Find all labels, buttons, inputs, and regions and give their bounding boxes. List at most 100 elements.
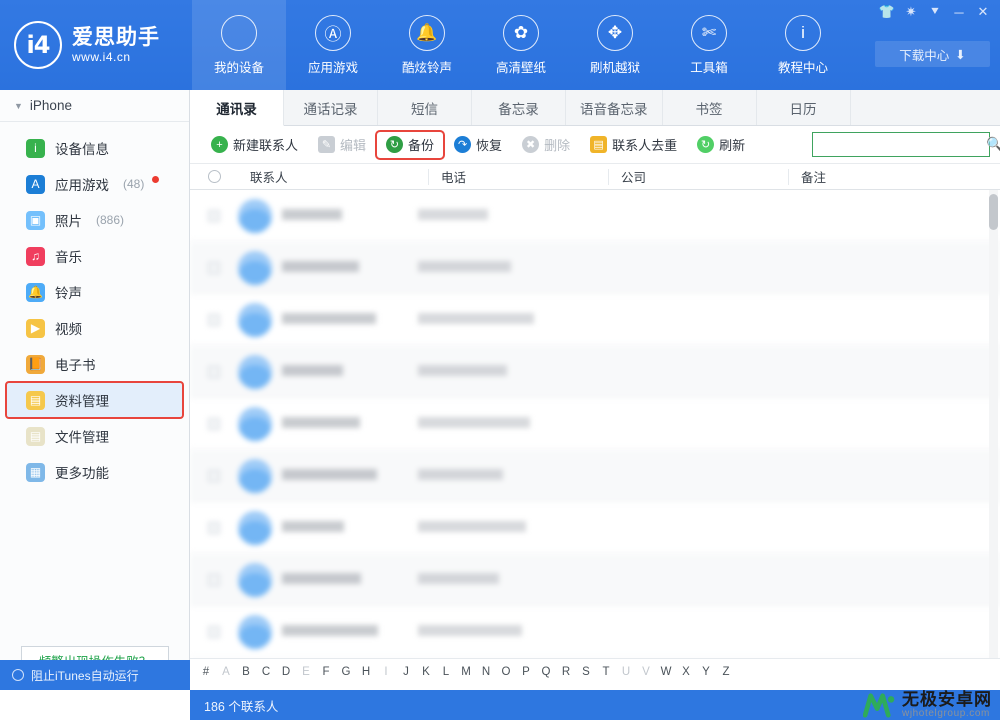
tab-3[interactable]: 短信: [378, 90, 472, 125]
top-nav-item-4[interactable]: ✿ 高清壁纸: [474, 0, 568, 90]
alpha-index-P[interactable]: P: [516, 666, 536, 678]
alpha-index-B[interactable]: B: [236, 666, 256, 678]
tab-5[interactable]: 语音备忘录: [566, 90, 663, 125]
sidebar-item-6[interactable]: ▶ 视频: [0, 310, 189, 346]
toolbar-button-4[interactable]: ↷ 恢复: [445, 132, 511, 158]
alpha-index-U[interactable]: U: [616, 666, 636, 678]
vertical-scrollbar[interactable]: [989, 190, 998, 658]
row-checkbox[interactable]: [190, 625, 238, 638]
alpha-index-Q[interactable]: Q: [536, 666, 556, 678]
device-header[interactable]: ▼ iPhone: [0, 90, 189, 122]
alpha-index-C[interactable]: C: [256, 666, 276, 678]
tab-6[interactable]: 书签: [663, 90, 757, 125]
table-row[interactable]: [190, 606, 1000, 658]
sidebar-item-3[interactable]: ▣ 照片 (886): [0, 202, 189, 238]
table-row[interactable]: [190, 450, 1000, 502]
table-header: 联系人 电话 公司 备注: [190, 164, 1000, 190]
top-nav-item-6[interactable]: ✄ 工具箱: [662, 0, 756, 90]
alpha-index-E[interactable]: E: [296, 666, 316, 678]
toolbar-button-6[interactable]: ▤ 联系人去重: [581, 132, 686, 158]
minimize-icon[interactable]: ─: [948, 2, 970, 22]
menu-chevron-icon[interactable]: ⯆: [924, 2, 946, 22]
sidebar-item-label: 设备信息: [55, 142, 109, 157]
avatar: [238, 458, 272, 493]
row-checkbox[interactable]: [190, 313, 238, 326]
table-row[interactable]: [190, 190, 1000, 242]
scrollbar-thumb[interactable]: [989, 194, 998, 230]
search-icon[interactable]: 🔍: [986, 136, 1000, 153]
sidebar-item-4[interactable]: ♫ 音乐: [0, 238, 189, 274]
alpha-index-T[interactable]: T: [596, 666, 616, 678]
alpha-index-N[interactable]: N: [476, 666, 496, 678]
row-checkbox[interactable]: [190, 365, 238, 378]
table-row[interactable]: [190, 346, 1000, 398]
column-header-phone[interactable]: 电话: [428, 168, 608, 185]
settings-gear-icon[interactable]: ✷: [900, 2, 922, 22]
sidebar-item-5[interactable]: 🔔 铃声: [0, 274, 189, 310]
sidebar-item-8[interactable]: ▤ 资料管理: [5, 381, 184, 419]
tab-4[interactable]: 备忘录: [472, 90, 566, 125]
column-header-name[interactable]: 联系人: [238, 169, 428, 185]
avatar: [238, 354, 272, 389]
table-row[interactable]: [190, 294, 1000, 346]
alpha-index-R[interactable]: R: [556, 666, 576, 678]
toolbar-button-1[interactable]: + 新建联系人: [202, 132, 307, 158]
toolbar-button-3[interactable]: ↻ 备份: [375, 129, 446, 160]
sidebar-item-7[interactable]: 📙 电子书: [0, 346, 189, 382]
row-checkbox[interactable]: [190, 417, 238, 430]
row-checkbox[interactable]: [190, 209, 238, 222]
download-center-button[interactable]: 下载中心 ⬇: [875, 41, 990, 67]
table-row[interactable]: [190, 554, 1000, 606]
skin-icon[interactable]: 👕: [876, 2, 898, 22]
tab-1[interactable]: 通讯录: [190, 90, 284, 126]
alpha-index-L[interactable]: L: [436, 666, 456, 678]
table-row[interactable]: [190, 242, 1000, 294]
top-nav-item-3[interactable]: 🔔 酷炫铃声: [380, 0, 474, 90]
sidebar-item-10[interactable]: ▦ 更多功能: [0, 454, 189, 490]
alpha-index-I[interactable]: I: [376, 666, 396, 678]
tab-2[interactable]: 通话记录: [284, 90, 378, 125]
top-nav-item-5[interactable]: ✥ 刷机越狱: [568, 0, 662, 90]
alpha-index-J[interactable]: J: [396, 666, 416, 678]
row-checkbox[interactable]: [190, 521, 238, 534]
row-checkbox[interactable]: [190, 469, 238, 482]
row-checkbox[interactable]: [190, 573, 238, 586]
top-nav-label: 应用游戏: [307, 60, 358, 75]
search-input[interactable]: [813, 133, 986, 156]
alpha-index-W[interactable]: W: [656, 666, 676, 678]
table-row[interactable]: [190, 398, 1000, 450]
search-box[interactable]: 🔍: [812, 132, 1000, 157]
alpha-index-G[interactable]: G: [336, 666, 356, 678]
row-checkbox[interactable]: [190, 261, 238, 274]
select-all-cell[interactable]: [190, 170, 238, 183]
alpha-index-O[interactable]: O: [496, 666, 516, 678]
alpha-index-V[interactable]: V: [636, 666, 656, 678]
sidebar-item-2[interactable]: A 应用游戏 (48): [0, 166, 189, 202]
sidebar-item-9[interactable]: ▤ 文件管理: [0, 418, 189, 454]
toolbar-button-7[interactable]: ↻ 刷新: [688, 132, 754, 158]
top-nav-item-2[interactable]: Ⓐ 应用游戏: [286, 0, 380, 90]
close-icon[interactable]: ✕: [972, 2, 994, 22]
column-header-company[interactable]: 公司: [608, 168, 788, 185]
column-header-note[interactable]: 备注: [788, 168, 978, 185]
alpha-index-Y[interactable]: Y: [696, 666, 716, 678]
alpha-index-Z[interactable]: Z: [716, 666, 736, 678]
alpha-index-D[interactable]: D: [276, 666, 296, 678]
alpha-index-X[interactable]: X: [676, 666, 696, 678]
tab-7[interactable]: 日历: [757, 90, 851, 125]
table-row[interactable]: [190, 502, 1000, 554]
alpha-index-F[interactable]: F: [316, 666, 336, 678]
alpha-index-#[interactable]: #: [196, 666, 216, 678]
select-all-circle-icon[interactable]: [207, 170, 221, 183]
apple-icon: [221, 14, 257, 51]
alpha-index-H[interactable]: H: [356, 666, 376, 678]
alpha-index-A[interactable]: A: [216, 666, 236, 678]
alpha-index-K[interactable]: K: [416, 666, 436, 678]
top-nav-item-7[interactable]: i 教程中心: [756, 0, 850, 90]
toggle-circle-icon[interactable]: [12, 669, 24, 681]
top-nav-item-1[interactable]: 我的设备: [192, 0, 286, 90]
sidebar-item-1[interactable]: i 设备信息: [0, 130, 189, 166]
sidebar-status-bar: 阻止iTunes自动运行: [0, 660, 190, 690]
alpha-index-M[interactable]: M: [456, 666, 476, 678]
alpha-index-S[interactable]: S: [576, 666, 596, 678]
